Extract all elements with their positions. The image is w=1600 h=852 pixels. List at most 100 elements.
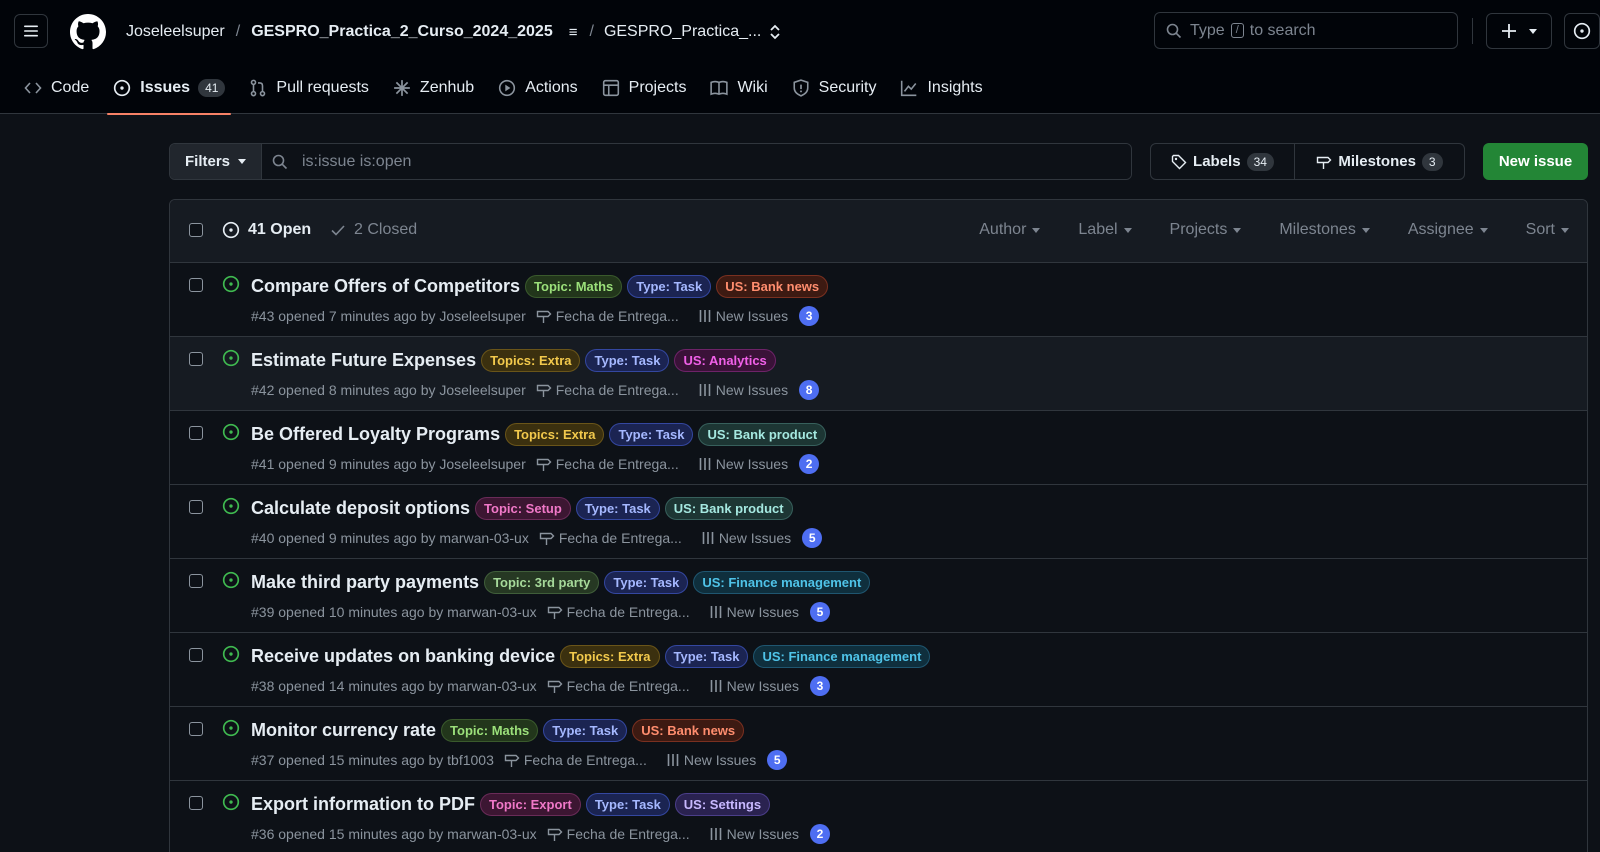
tab-insights[interactable]: Insights (888, 62, 994, 114)
issue-milestone[interactable]: Fecha de Entrega... (536, 308, 679, 324)
issue-label[interactable]: US: Bank product (698, 423, 827, 446)
issue-row[interactable]: Be Offered Loyalty Programs Topics: Extra… (170, 411, 1587, 485)
issue-label[interactable]: Type: Task (664, 645, 749, 668)
milestones-button[interactable]: Milestones 3 (1295, 144, 1464, 179)
issue-label[interactable]: US: Bank news (632, 719, 745, 742)
issue-label[interactable]: Type: Task (627, 275, 712, 298)
tab-zenhub[interactable]: Zenhub (381, 62, 486, 114)
issue-row[interactable]: Compare Offers of Competitors Topic: Math… (170, 263, 1587, 337)
issue-label[interactable]: Topic: Maths (441, 719, 539, 742)
tab-pull-requests[interactable]: Pull requests (237, 62, 381, 114)
issue-title-link[interactable]: Export information to PDF (251, 794, 475, 815)
issue-row[interactable]: Monitor currency rate Topic: Maths Type: T… (170, 707, 1587, 781)
issue-title-link[interactable]: Estimate Future Expenses (251, 350, 476, 371)
new-issue-button[interactable]: New issue (1483, 143, 1588, 180)
issue-project[interactable]: New Issues 2 (699, 454, 820, 474)
issue-project[interactable]: New Issues 5 (667, 750, 788, 770)
issue-milestone[interactable]: Fecha de Entrega... (539, 530, 682, 546)
issue-label[interactable]: Topic: 3rd party (484, 571, 600, 594)
issue-row[interactable]: Calculate deposit options Topic: Setup Typ… (170, 485, 1587, 559)
issue-title-link[interactable]: Make third party payments (251, 572, 479, 593)
issue-project[interactable]: New Issues 5 (710, 602, 830, 622)
create-new-button[interactable] (1486, 13, 1552, 49)
issue-checkbox[interactable] (189, 574, 203, 588)
menu-button[interactable] (14, 14, 48, 48)
tab-issues[interactable]: Issues 41 (101, 62, 237, 115)
author-menu[interactable]: Author (979, 221, 1041, 239)
issue-label[interactable]: Topic: Export (480, 793, 581, 816)
issue-project[interactable]: New Issues 3 (699, 306, 820, 326)
issue-label[interactable]: Topic: Setup (475, 497, 571, 520)
issue-checkbox[interactable] (189, 352, 203, 366)
issue-label[interactable]: Topics: Extra (481, 349, 581, 372)
chevron-up-down-icon[interactable] (769, 24, 781, 40)
milestones-menu[interactable]: Milestones (1279, 221, 1370, 239)
search-input[interactable]: Type / to search (1154, 12, 1458, 49)
issue-checkbox[interactable] (189, 278, 203, 292)
breadcrumb-owner[interactable]: Joseleelsuper (126, 23, 225, 41)
tab-projects[interactable]: Projects (590, 62, 699, 114)
issue-label[interactable]: US: Finance management (693, 571, 871, 594)
select-all-checkbox[interactable] (189, 223, 203, 237)
issue-label[interactable]: US: Bank news (716, 275, 829, 298)
your-issues-button[interactable] (1564, 13, 1600, 49)
issue-row[interactable]: Make third party payments Topic: 3rd part… (170, 559, 1587, 633)
issue-title-link[interactable]: Receive updates on banking device (251, 646, 555, 667)
issue-title-link[interactable]: Monitor currency rate (251, 720, 436, 741)
issue-milestone[interactable]: Fecha de Entrega... (547, 604, 690, 620)
tab-wiki[interactable]: Wiki (698, 62, 779, 114)
issue-checkbox[interactable] (189, 648, 203, 662)
issue-label[interactable]: Type: Task (585, 349, 670, 372)
issue-label[interactable]: US: Finance management (753, 645, 931, 668)
filters-button[interactable]: Filters (170, 144, 262, 179)
closed-issues-toggle[interactable]: 2 Closed (330, 221, 417, 239)
breadcrumb-repo[interactable]: GESPRO_Practica_2_Curso_2024_2025 (251, 23, 553, 41)
github-logo-icon[interactable] (70, 14, 106, 50)
issue-checkbox[interactable] (189, 426, 203, 440)
tab-security[interactable]: Security (780, 62, 889, 114)
labels-button[interactable]: Labels 34 (1151, 144, 1295, 179)
issue-label[interactable]: Topic: Maths (525, 275, 623, 298)
project-columns-icon (710, 606, 721, 618)
issue-label[interactable]: Type: Task (575, 497, 660, 520)
issue-title-link[interactable]: Calculate deposit options (251, 498, 470, 519)
issue-title-link[interactable]: Compare Offers of Competitors (251, 276, 520, 297)
issue-checkbox[interactable] (189, 796, 203, 810)
issue-row[interactable]: Estimate Future Expenses Topics: Extra Typ… (170, 337, 1587, 411)
tab-actions[interactable]: Actions (486, 62, 589, 114)
menu-label: Sort (1525, 221, 1555, 238)
issue-milestone[interactable]: Fecha de Entrega... (504, 752, 647, 768)
list-icon[interactable]: ≡ (569, 24, 578, 41)
issue-row[interactable]: Receive updates on banking device Topics:… (170, 633, 1587, 707)
issue-label[interactable]: Topics: Extra (505, 423, 605, 446)
issue-label[interactable]: Type: Task (543, 719, 628, 742)
issue-label[interactable]: Type: Task (609, 423, 694, 446)
label-menu[interactable]: Label (1078, 221, 1132, 239)
issue-project[interactable]: New Issues 5 (702, 528, 823, 548)
issue-label[interactable]: US: Bank product (664, 497, 793, 520)
issue-project[interactable]: New Issues 2 (710, 824, 830, 844)
issue-milestone[interactable]: Fecha de Entrega... (536, 456, 679, 472)
issue-label[interactable]: Type: Task (585, 793, 670, 816)
issue-milestone[interactable]: Fecha de Entrega... (547, 826, 690, 842)
issue-checkbox[interactable] (189, 500, 203, 514)
open-issues-toggle[interactable]: 41 Open (222, 221, 311, 239)
issue-label[interactable]: US: Settings (674, 793, 771, 816)
projects-menu[interactable]: Projects (1170, 221, 1242, 239)
sort-menu[interactable]: Sort (1526, 221, 1569, 239)
filter-query-input[interactable]: is:issue is:open (262, 144, 1131, 179)
issue-checkbox[interactable] (189, 722, 203, 736)
breadcrumb-project[interactable]: GESPRO_Practica_... (604, 23, 761, 41)
issue-milestone[interactable]: Fecha de Entrega... (547, 678, 690, 694)
tab-code[interactable]: Code (12, 62, 101, 114)
issue-label[interactable]: US: Analytics (674, 349, 776, 372)
issue-label[interactable]: Type: Task (604, 571, 689, 594)
issue-label[interactable]: Topics: Extra (560, 645, 660, 668)
issue-title-link[interactable]: Be Offered Loyalty Programs (251, 424, 500, 445)
issue-milestone[interactable]: Fecha de Entrega... (536, 382, 679, 398)
issue-project[interactable]: New Issues 3 (710, 676, 830, 696)
assignee-menu[interactable]: Assignee (1408, 221, 1488, 239)
issue-row[interactable]: Export information to PDF Topic: Export Ty… (170, 781, 1587, 852)
issue-title-line: Estimate Future Expenses Topics: Extra Typ… (251, 349, 781, 372)
issue-project[interactable]: New Issues 8 (699, 380, 820, 400)
